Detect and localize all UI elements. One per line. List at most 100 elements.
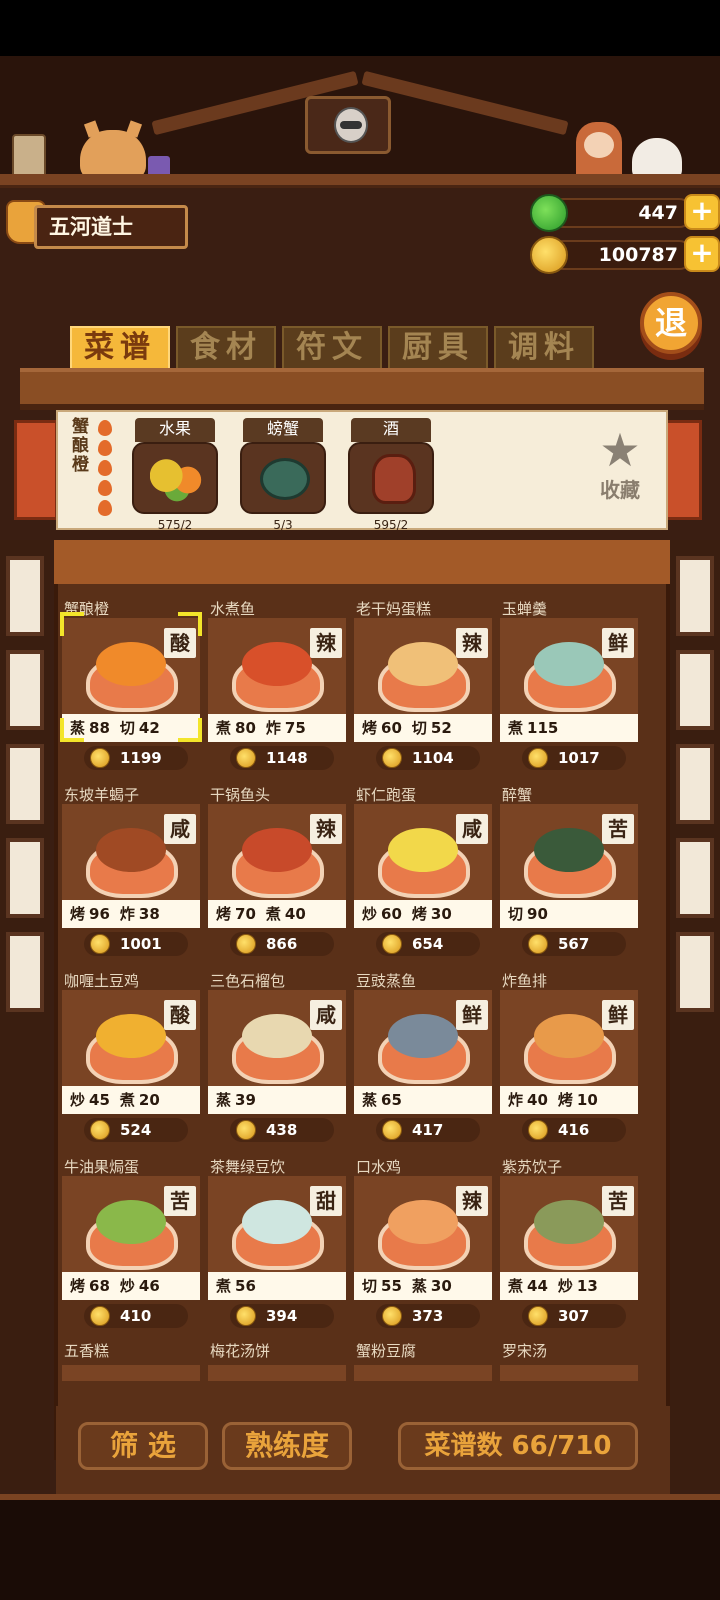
dish-food-icon [388, 642, 458, 686]
recipe-card[interactable]: 醉蟹 苦 切 90 567 [498, 782, 640, 958]
recipe-name: 老干妈蛋糕 [356, 600, 432, 618]
favorite-button[interactable]: ★ 收藏 [592, 426, 648, 503]
price-value: 417 [412, 1121, 444, 1139]
coin-counter: 100787 + [530, 236, 720, 274]
coin-icon [236, 1120, 256, 1140]
tab-cookware[interactable]: 厨具 [388, 326, 488, 370]
price-value: 1001 [120, 935, 162, 953]
taste-badge: 鲜 [602, 628, 634, 658]
recipe-name: 炸鱼排 [502, 972, 548, 990]
cabinet-top [54, 540, 670, 584]
add-gems-button[interactable]: + [684, 194, 720, 230]
recipe-card[interactable]: 虾仁跑蛋 咸 炒 60 烤 30 654 [352, 782, 494, 958]
recipe-price: 307 [522, 1304, 626, 1328]
recipe-card-partial[interactable]: 梅花汤饼 [206, 1340, 348, 1381]
tab-recipes[interactable]: 菜谱 [70, 326, 170, 370]
exit-button[interactable]: 退 [640, 292, 702, 354]
dish-food-icon [534, 1200, 604, 1244]
recipe-card[interactable]: 老干妈蛋糕 辣 烤 60 切 52 1104 [352, 596, 494, 772]
recipe-card-partial[interactable]: 蟹粉豆腐 [352, 1340, 494, 1381]
recipe-card[interactable]: 茶舞绿豆饮 甜 煮 56 394 [206, 1154, 348, 1330]
player-name[interactable]: 五河道士 [34, 205, 188, 249]
recipe-price: 438 [230, 1118, 334, 1142]
dish-food-icon [534, 1014, 604, 1058]
recipe-card[interactable]: 干锅鱼头 辣 烤 70 煮 40 866 [206, 782, 348, 958]
recipe-name: 梅花汤饼 [210, 1342, 271, 1360]
add-coins-button[interactable]: + [684, 236, 720, 272]
gem-icon [530, 194, 568, 232]
recipe-count-display: 菜谱数 66/710 [398, 1422, 638, 1470]
skill-value: 38 [138, 905, 160, 923]
wine-jar-icon [372, 454, 416, 504]
roof-decoration [0, 56, 720, 188]
tab-seasonings[interactable]: 调料 [494, 326, 594, 370]
recipe-card[interactable]: 三色石榴包 咸 蒸 39 438 [206, 968, 348, 1144]
skill-value: 75 [284, 719, 306, 737]
skill-value: 68 [89, 1277, 110, 1295]
ingredient-slot[interactable]: 螃蟹 5/3 [238, 418, 328, 538]
recipe-card[interactable]: 豆豉蒸鱼 鲜 蒸 65 417 [352, 968, 494, 1144]
filter-button[interactable]: 筛 选 [78, 1422, 208, 1470]
skill-value: 96 [89, 905, 110, 923]
tab-runes[interactable]: 符文 [282, 326, 382, 370]
recipe-card[interactable]: 紫苏饮子 苦 煮 44 炒 13 307 [498, 1154, 640, 1330]
recipe-card-partial[interactable]: 五香糕 [60, 1340, 202, 1381]
price-value: 410 [120, 1307, 152, 1325]
dish-food-icon [96, 642, 166, 686]
ingredient-count: 5/3 [273, 518, 293, 532]
price-value: 307 [558, 1307, 590, 1325]
skill-req: 烤 [216, 905, 232, 923]
price-value: 394 [266, 1307, 298, 1325]
taste-badge: 咸 [456, 814, 488, 844]
skill-requirements: 蒸 65 [354, 1086, 492, 1114]
skill-value: 30 [430, 905, 452, 923]
recipe-card[interactable]: 玉蝉羹 鲜 煮 115 1017 [498, 596, 640, 772]
ingredient-slot[interactable]: 水果 575/2 [130, 418, 220, 538]
recipe-name: 醉蟹 [502, 786, 533, 804]
skill-value: 42 [138, 719, 160, 737]
recipe-name: 罗宋汤 [502, 1342, 548, 1360]
recipe-card[interactable]: 牛油果焗蛋 苦 烤 68 炒 46 410 [60, 1154, 202, 1330]
taste-badge: 苦 [602, 814, 634, 844]
skill-value: 40 [284, 905, 306, 923]
recipe-card-partial[interactable]: 罗宋汤 [498, 1340, 640, 1381]
tab-ingredients[interactable]: 食材 [176, 326, 276, 370]
recipe-card[interactable]: 东坡羊蝎子 咸 烤 96 炸 38 1001 [60, 782, 202, 958]
taste-badge: 酸 [164, 1000, 196, 1030]
recipe-name: 玉蝉羹 [502, 600, 548, 618]
skill-requirements: 烤 96 炸 38 [62, 900, 200, 928]
skill-value: 10 [576, 1091, 598, 1109]
flame-icon [98, 480, 112, 496]
skill-req: 蒸 [216, 1091, 232, 1109]
mastery-button[interactable]: 熟练度 [222, 1422, 352, 1470]
recipe-name: 豆豉蒸鱼 [356, 972, 417, 990]
skill-req: 蒸 [362, 1091, 378, 1109]
dish-food-icon [388, 1200, 458, 1244]
skill-requirements: 炸 40 烤 10 [500, 1086, 638, 1114]
recipe-price: 1199 [84, 746, 188, 770]
dish-food-icon [96, 828, 166, 872]
price-value: 1199 [120, 749, 162, 767]
skill-req: 蒸 [411, 1277, 427, 1295]
skill-value: 20 [138, 1091, 160, 1109]
recipe-card[interactable]: 炸鱼排 鲜 炸 40 烤 10 416 [498, 968, 640, 1144]
recipe-card[interactable]: 水煮鱼 辣 煮 80 炸 75 1148 [206, 596, 348, 772]
recipe-name: 水煮鱼 [210, 600, 256, 618]
recipe-card[interactable]: 咖喱土豆鸡 酸 炒 45 煮 20 524 [60, 968, 202, 1144]
ingredient-slot[interactable]: 酒 595/2 [346, 418, 436, 538]
skill-value: 40 [527, 1091, 548, 1109]
recipe-card[interactable]: 蟹酿橙 酸 蒸 88 切 42 1199 [60, 596, 202, 772]
recipe-price: 654 [376, 932, 480, 956]
recipe-price: 373 [376, 1304, 480, 1328]
price-value: 1017 [558, 749, 600, 767]
favorite-label: 收藏 [600, 478, 640, 502]
taste-badge: 苦 [164, 1186, 196, 1216]
recipe-price: 1148 [230, 746, 334, 770]
dish-food-icon [242, 642, 312, 686]
skill-value: 39 [235, 1091, 256, 1109]
dish-food-icon [242, 828, 312, 872]
flame-icon [98, 460, 112, 476]
recipe-card[interactable]: 口水鸡 辣 切 55 蒸 30 373 [352, 1154, 494, 1330]
recipe-name: 口水鸡 [356, 1158, 402, 1176]
coin-icon [382, 748, 402, 768]
